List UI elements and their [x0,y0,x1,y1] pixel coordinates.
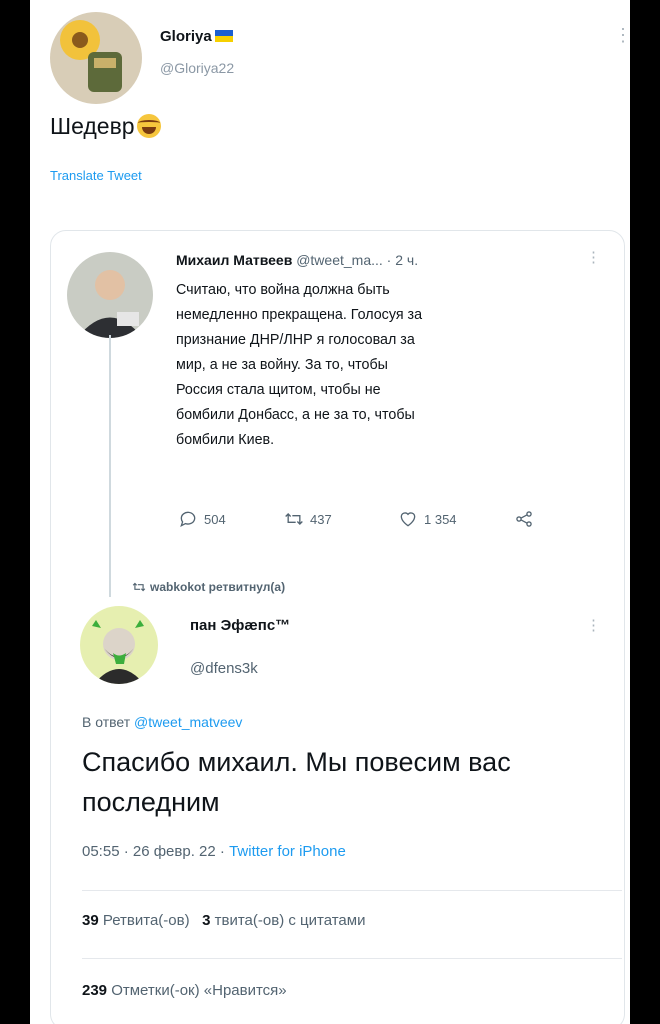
author-handle[interactable]: @Gloriya22 [160,60,234,76]
reply-prefix: В ответ [82,714,131,730]
reply-tweet-text: Спасибо михаил. Мы повесим вас последним [82,747,511,817]
reply-to-handle[interactable]: @tweet_matveev [134,714,242,730]
quoted-author-name[interactable]: Михаил Матвеев [176,252,292,268]
reply-icon [180,511,196,527]
author-name[interactable]: Gloriya [160,28,233,45]
likes-label: Отметки(-ок) «Нравится» [111,982,287,999]
reply-author-name[interactable]: пан Эфæпс™ [190,617,290,634]
quotes-label: твита(-ов) с цитатами [214,912,366,929]
tweet-screenshot: Gloriya @Gloriya22 ⋮ Шедевр Translate Tw… [30,0,630,1024]
quoted-author-handle[interactable]: @tweet_ma... [296,252,383,268]
divider [82,958,622,959]
retweet-notice[interactable]: wabkokot ретвитнул(а) [132,580,285,594]
tweet-text: Шедевр [50,113,161,140]
quoted-tweet-time: · 2 ч. [386,252,419,268]
like-action[interactable]: 1 354 [398,509,457,529]
tweet-source[interactable]: Twitter for iPhone [229,843,346,860]
retweets-label: Ретвита(-ов) [102,912,190,929]
like-count: 1 354 [424,511,457,527]
likes-count: 239 [82,982,108,999]
mikhail-avatar[interactable] [67,252,153,338]
retweets-stat[interactable]: 39 Ретвита(-ов) 3 твита(-ов) с цитатами [82,912,365,929]
pan-avatar[interactable] [80,606,158,684]
retweet-icon [132,582,146,592]
retweet-count: 437 [310,511,332,527]
reply-action[interactable]: 504 [178,509,226,529]
retweets-count: 39 [82,912,99,929]
reply-to-line: В ответ @tweet_matveev [82,714,242,730]
quotes-count: 3 [202,912,211,929]
heart-icon [400,512,416,527]
reply-count: 504 [204,511,226,527]
more-vertical-icon[interactable]: ⋮ [614,26,630,44]
retweet-action[interactable]: 437 [284,509,332,529]
tweet-timestamp[interactable]: 05:55 · 26 февр. 22 · [82,843,225,860]
share-action[interactable] [514,509,534,529]
tweet-meta: 05:55 · 26 февр. 22 · Twitter for iPhone [82,843,346,860]
translate-tweet-link[interactable]: Translate Tweet [50,168,142,183]
laughing-emoji-icon [136,114,161,138]
gloriya-avatar[interactable] [50,12,142,104]
reply-author-handle[interactable]: @dfens3k [190,660,258,677]
quoted-tweet-text: Считаю, что война должна быть немедленно… [176,282,423,448]
ukraine-flag-icon [214,30,233,42]
likes-stat[interactable]: 239 Отметки(-ок) «Нравится» [82,982,287,999]
more-vertical-icon[interactable]: ⋮ [586,250,601,265]
divider [82,890,622,891]
quoted-tweet-header[interactable]: Михаил Матвеев @tweet_ma... · 2 ч. [176,252,418,268]
more-vertical-icon[interactable]: ⋮ [586,618,601,633]
retweet-icon [285,513,303,525]
thread-connector-line [109,335,111,597]
share-icon [516,511,532,527]
